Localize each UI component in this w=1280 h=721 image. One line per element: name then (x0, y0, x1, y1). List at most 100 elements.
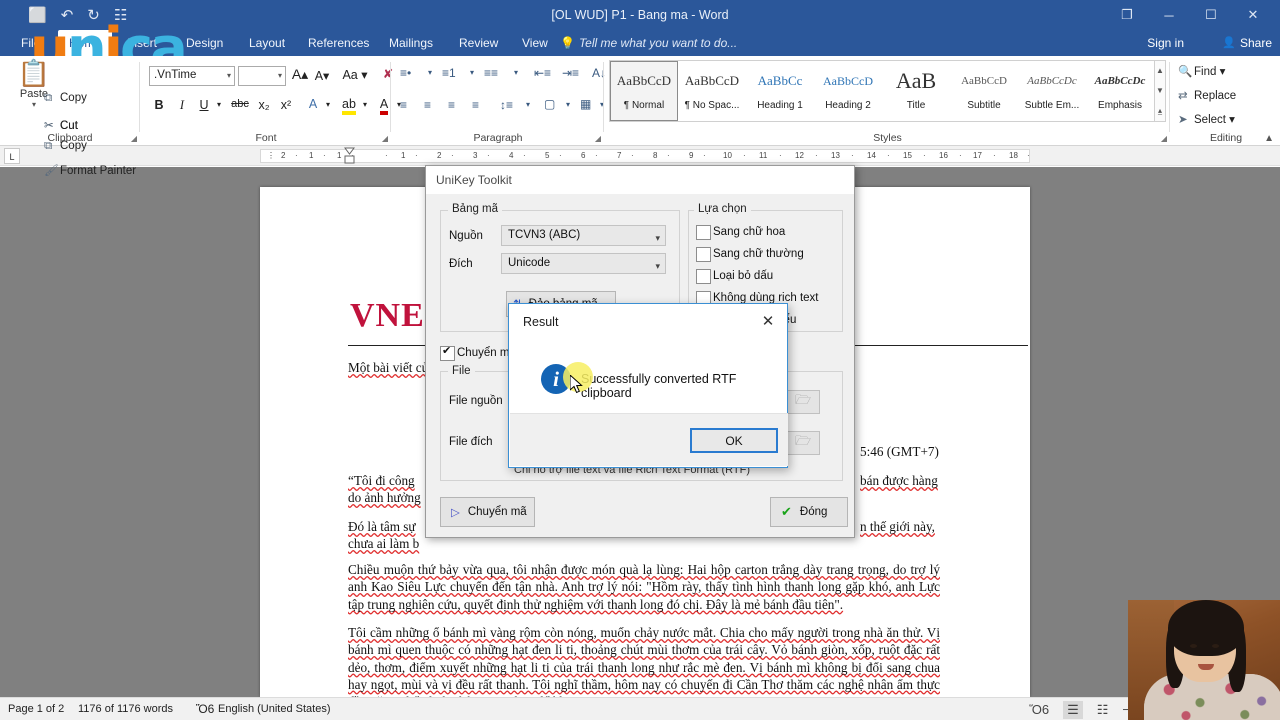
indent-marker[interactable] (344, 146, 355, 166)
style-subtitle[interactable]: AaBbCcD Subtitle (950, 61, 1018, 121)
chevron-down-icon[interactable]: ▾ (526, 100, 530, 109)
chevron-down-icon[interactable]: ▾ (359, 100, 371, 109)
restore-window-button[interactable]: ❐ (1106, 0, 1148, 30)
borders-icon[interactable]: ▦ (580, 97, 591, 111)
style-emphasis[interactable]: AaBbCcDc Emphasis (1086, 61, 1154, 121)
tab-view[interactable]: View (511, 30, 559, 56)
chevron-down-icon[interactable]: ▾ (428, 68, 432, 77)
bullets-icon[interactable]: ≡• (400, 66, 411, 80)
chevron-down-icon[interactable]: ▾ (213, 100, 225, 109)
horizontal-ruler[interactable]: ⋮ 2· 1· 1· · 1· 2· 3· 4· 5· 6· 7· 8· 9· … (260, 149, 1030, 163)
language-indicator[interactable]: English (United States) (218, 698, 331, 721)
tell-me-search[interactable]: 💡 Tell me what you want to do... (560, 30, 737, 56)
italic-button[interactable]: I (174, 98, 190, 113)
chevron-down-icon[interactable]: ▾ (322, 100, 334, 109)
source-charset-select[interactable]: TCVN3 (ABC) ▾ (501, 225, 666, 246)
style-title[interactable]: AaB Title (882, 61, 950, 121)
chevron-down-icon[interactable]: ▾ (566, 100, 570, 109)
tab-references[interactable]: References (297, 30, 380, 56)
collapse-ribbon-icon[interactable]: ▲ (1264, 133, 1274, 144)
tab-design[interactable]: Design (175, 30, 234, 56)
tab-review[interactable]: Review (448, 30, 509, 56)
shrink-font-icon[interactable]: A▾ (313, 68, 331, 83)
scroll-up-icon[interactable]: ▲ (1155, 61, 1165, 81)
more-styles-icon[interactable]: ▴̲ (1155, 101, 1165, 121)
page-indicator[interactable]: Page 1 of 2 (8, 698, 64, 721)
web-layout-icon[interactable]: ☷ (1097, 702, 1109, 718)
close-window-button[interactable]: ✕ (1232, 0, 1274, 30)
styles-dialog-launcher-icon[interactable]: ◢ (1161, 134, 1167, 143)
result-dialog[interactable]: Result ✕ i Successfully converted RTF cl… (508, 303, 788, 468)
sign-in-button[interactable]: Sign in (1147, 30, 1184, 56)
share-button[interactable]: Share (1222, 30, 1272, 56)
paragraph-dialog-launcher-icon[interactable]: ◢ (595, 134, 601, 143)
decrease-indent-icon[interactable]: ⇤≡ (534, 66, 551, 80)
close-dialog-button[interactable]: ✔ Đóng (770, 497, 848, 527)
align-center-icon[interactable]: ≡ (424, 98, 431, 112)
strikethrough-button[interactable]: abc (229, 98, 251, 110)
line-spacing-icon[interactable]: ↕≡ (500, 98, 513, 112)
tab-home[interactable]: Home (58, 30, 113, 56)
dest-charset-select[interactable]: Unicode ▾ (501, 253, 666, 274)
shading-icon[interactable]: ▢ (544, 97, 555, 111)
font-dialog-launcher-icon[interactable]: ◢ (382, 134, 388, 143)
close-icon[interactable]: ✕ (757, 312, 779, 332)
style-heading-1[interactable]: AaBbCc Heading 1 (746, 61, 814, 121)
tab-mailings[interactable]: Mailings (378, 30, 444, 56)
word-count[interactable]: 1176 of 1176 words (78, 698, 173, 721)
format-painter-button[interactable]: 🖌Format Painter (44, 163, 136, 177)
browse-dest-button[interactable]: 🗁 (786, 431, 820, 455)
clipboard-dialog-launcher-icon[interactable]: ◢ (131, 134, 137, 143)
superscript-button[interactable]: x² (277, 98, 295, 112)
proofing-icon[interactable]: Ὅ6 (196, 698, 214, 721)
chevron-down-icon[interactable]: ▾ (470, 68, 474, 77)
copy-button-2[interactable]: ⧉ Copy (44, 140, 87, 153)
multilevel-list-icon[interactable]: ≡≡ (484, 66, 498, 80)
checkbox-remove-diacritics[interactable]: Loại bỏ dấu (696, 269, 773, 284)
justify-icon[interactable]: ≡ (472, 98, 479, 112)
font-size-input[interactable]: ▾ (238, 66, 286, 86)
tab-layout[interactable]: Layout (238, 30, 296, 56)
chevron-down-icon[interactable]: ▾ (227, 71, 231, 80)
chevron-down-icon[interactable]: ▾ (278, 71, 282, 80)
checkbox-lowercase[interactable]: Sang chữ thường (696, 247, 804, 262)
find-button[interactable]: 🔍 Find ▾ (1178, 64, 1225, 78)
text-effects-icon[interactable]: A (304, 97, 322, 111)
bold-button[interactable]: B (151, 98, 167, 112)
copy-button[interactable]: ⧉ Copy (44, 92, 87, 105)
maximize-window-button[interactable]: ☐ (1190, 0, 1232, 30)
print-layout-icon[interactable]: ☰ (1063, 700, 1083, 719)
increase-indent-icon[interactable]: ⇥≡ (562, 66, 579, 80)
style-no-spacing[interactable]: AaBbCcD ¶ No Spac... (678, 61, 746, 121)
style-name: ¶ No Spac... (684, 100, 740, 111)
numbering-icon[interactable]: ≡1 (442, 66, 456, 80)
select-button[interactable]: ➤ Select ▾ (1178, 112, 1235, 126)
styles-gallery-scrollbar[interactable]: ▲ ▼ ▴̲ (1154, 60, 1166, 122)
underline-button[interactable]: U (196, 98, 212, 112)
browse-source-button[interactable]: 🗁 (786, 390, 820, 414)
font-name-input[interactable]: .VnTime ▾ (149, 66, 235, 86)
tab-insert[interactable]: Insert (116, 30, 168, 56)
tab-file[interactable]: File (10, 30, 51, 56)
scroll-down-icon[interactable]: ▼ (1155, 81, 1165, 101)
select-label: Select ▾ (1194, 114, 1235, 126)
style-normal[interactable]: AaBbCcD ¶ Normal (610, 61, 678, 121)
checkbox-uppercase[interactable]: Sang chữ hoa (696, 225, 785, 240)
align-left-icon[interactable]: ≡ (400, 98, 407, 112)
find-label: Find ▾ (1194, 66, 1226, 78)
grow-font-icon[interactable]: A▴ (291, 66, 309, 83)
style-heading-2[interactable]: AaBbCcD Heading 2 (814, 61, 882, 121)
convert-button[interactable]: ▷ Chuyển mã (440, 497, 535, 527)
minimize-window-button[interactable]: ─ (1148, 0, 1190, 30)
ok-button[interactable]: OK (690, 428, 778, 453)
change-case-icon[interactable]: Aa ▾ (339, 67, 371, 82)
cut-button-2[interactable]: ✂ Cut (44, 118, 78, 132)
align-right-icon[interactable]: ≡ (448, 98, 455, 112)
chevron-down-icon[interactable]: ▾ (514, 68, 518, 77)
style-subtle-emphasis[interactable]: AaBbCcDc Subtle Em... (1018, 61, 1086, 121)
text-highlight-icon[interactable]: ab (339, 97, 359, 115)
replace-button[interactable]: ⇄ Replace (1178, 88, 1236, 102)
read-mode-icon[interactable]: Ὅ6 (1029, 702, 1049, 717)
tab-stop-selector[interactable]: L (4, 148, 20, 164)
subscript-button[interactable]: x₂ (255, 98, 273, 112)
